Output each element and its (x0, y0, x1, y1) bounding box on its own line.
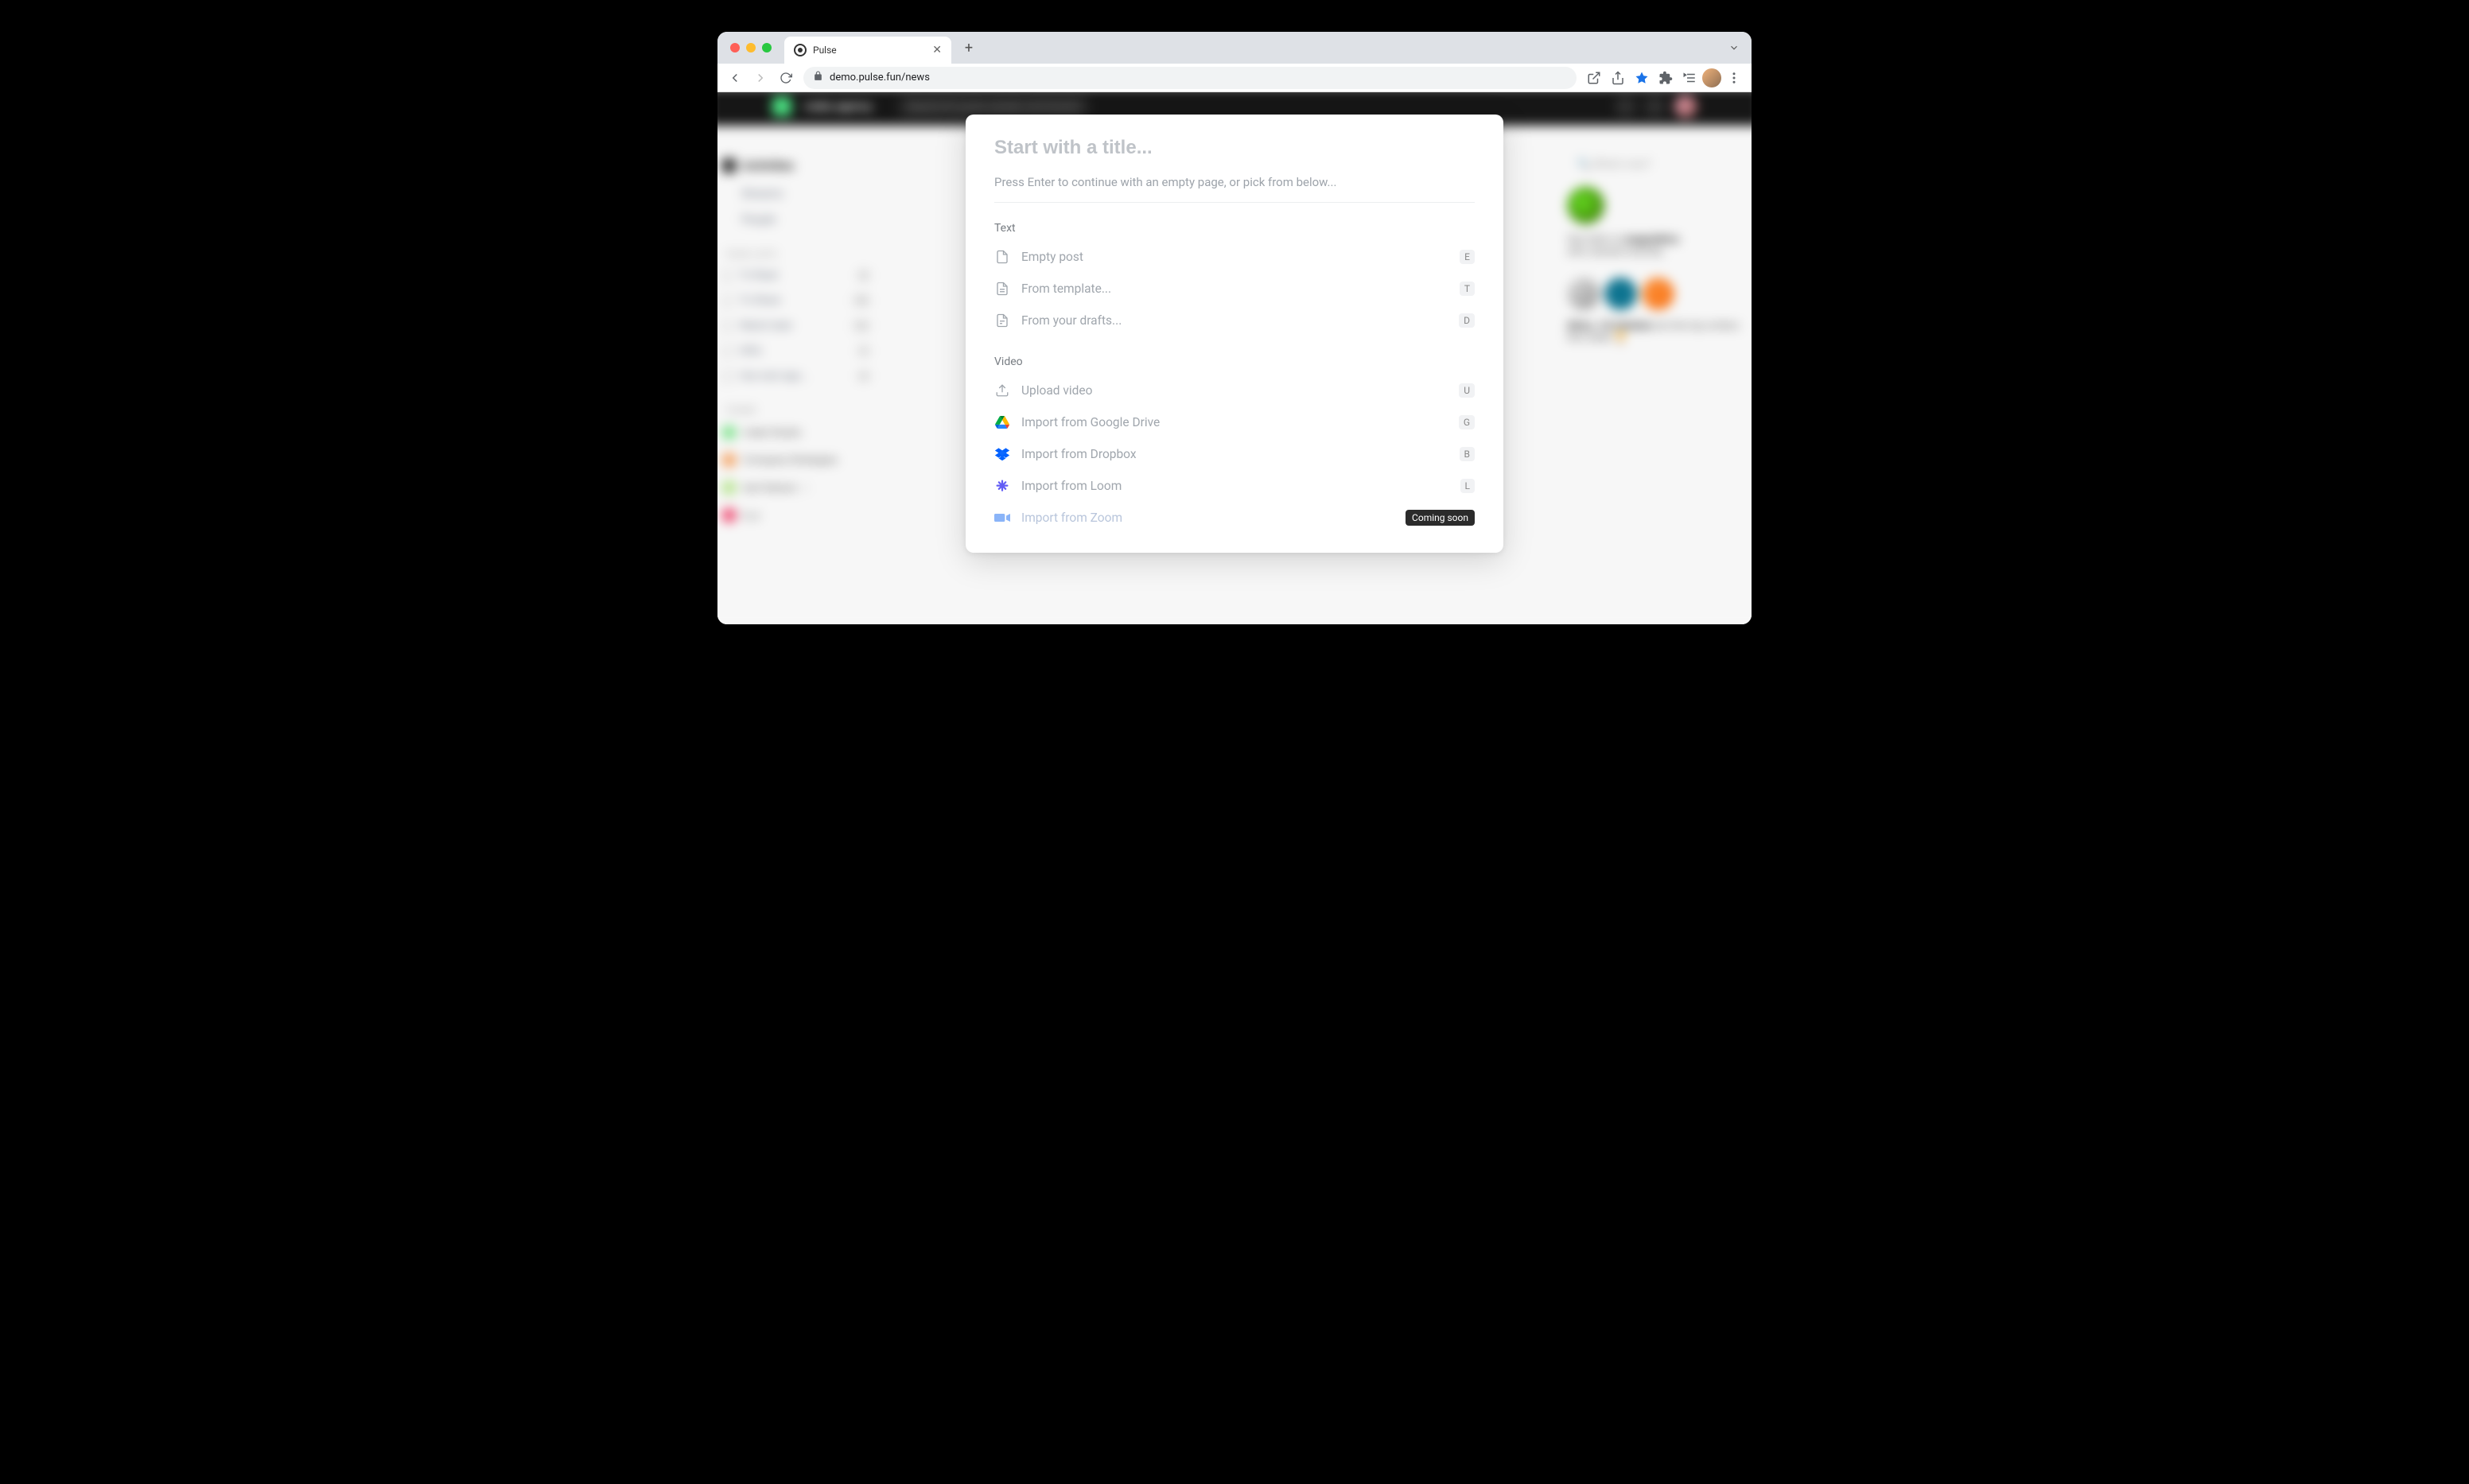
lock-icon (813, 71, 823, 84)
shortcut-key: E (1460, 250, 1475, 264)
option-label: From your drafts... (1021, 313, 1448, 328)
zoom-icon (994, 510, 1010, 526)
title-input[interactable] (994, 137, 1475, 159)
url-text: demo.pulse.fun/news (830, 72, 930, 84)
option-label: Empty post (1021, 250, 1448, 264)
media-control-icon[interactable] (1678, 67, 1701, 89)
option-label: From template... (1021, 282, 1448, 296)
file-icon (994, 249, 1010, 265)
template-icon (994, 281, 1010, 297)
option-import-dropbox[interactable]: Import from Dropbox B (994, 438, 1475, 470)
bookmark-star-icon[interactable] (1631, 67, 1653, 89)
section-label-text: Text (994, 222, 1475, 235)
window-close-button[interactable] (730, 43, 740, 52)
option-label: Import from Google Drive (1021, 415, 1448, 429)
google-drive-icon (994, 414, 1010, 430)
option-label: Import from Dropbox (1021, 447, 1448, 461)
drafts-icon (994, 313, 1010, 328)
section-label-video: Video (994, 355, 1475, 368)
upload-icon (994, 383, 1010, 398)
shortcut-key: U (1459, 383, 1475, 398)
dropbox-icon (994, 446, 1010, 462)
coming-soon-badge: Coming soon (1406, 510, 1475, 526)
modal-hint: Press Enter to continue with an empty pa… (994, 175, 1475, 203)
loom-icon (994, 478, 1010, 494)
option-empty-post[interactable]: Empty post E (994, 241, 1475, 273)
window-minimize-button[interactable] (746, 43, 756, 52)
back-button[interactable] (724, 67, 746, 89)
profile-avatar[interactable] (1702, 68, 1721, 87)
option-from-drafts[interactable]: From your drafts... D (994, 305, 1475, 336)
toolbar-actions (1583, 67, 1745, 89)
open-external-icon[interactable] (1583, 67, 1605, 89)
window-maximize-button[interactable] (762, 43, 772, 52)
address-bar[interactable]: demo.pulse.fun/news (803, 67, 1577, 89)
option-upload-video[interactable]: Upload video U (994, 375, 1475, 406)
shortcut-key: T (1460, 282, 1475, 296)
shortcut-key: L (1460, 479, 1475, 493)
option-label: Import from Loom (1021, 479, 1449, 493)
shortcut-key: D (1459, 313, 1475, 328)
page-viewport: make.agency Search for posts, people, an… (717, 92, 1752, 624)
tab-favicon (794, 44, 807, 56)
browser-window: Pulse ✕ + demo.pulse.fun/news (717, 32, 1752, 624)
new-post-modal: Press Enter to continue with an empty pa… (966, 115, 1503, 553)
share-icon[interactable] (1607, 67, 1629, 89)
option-label: Upload video (1021, 383, 1448, 398)
window-controls (730, 43, 772, 52)
option-import-loom[interactable]: Import from Loom L (994, 470, 1475, 502)
forward-button[interactable] (749, 67, 772, 89)
option-import-gdrive[interactable]: Import from Google Drive G (994, 406, 1475, 438)
option-import-zoom: Import from Zoom Coming soon (994, 502, 1475, 534)
shortcut-key: B (1460, 447, 1475, 461)
tab-close-button[interactable]: ✕ (932, 45, 942, 56)
browser-toolbar: demo.pulse.fun/news (717, 64, 1752, 92)
shortcut-key: G (1459, 415, 1475, 429)
browser-tabbar: Pulse ✕ + (717, 32, 1752, 64)
reload-button[interactable] (775, 67, 797, 89)
tab-title: Pulse (813, 45, 837, 56)
new-tab-button[interactable]: + (958, 37, 980, 59)
option-from-template[interactable]: From template... T (994, 273, 1475, 305)
option-label: Import from Zoom (1021, 511, 1394, 525)
tabs-overflow-button[interactable] (1723, 37, 1745, 59)
browser-tab[interactable]: Pulse ✕ (784, 37, 951, 64)
extensions-icon[interactable] (1654, 67, 1677, 89)
browser-menu-icon[interactable] (1723, 67, 1745, 89)
